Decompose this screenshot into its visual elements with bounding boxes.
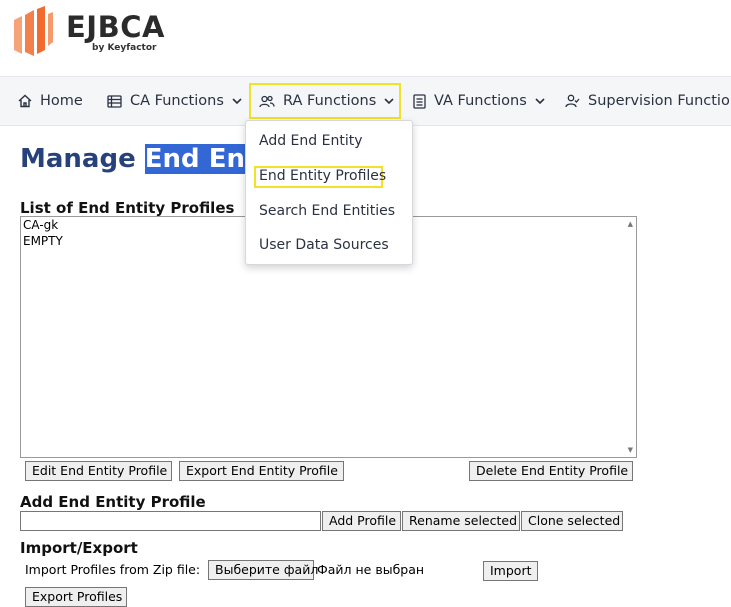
- menu-item-add-end-entity[interactable]: Add End Entity: [259, 133, 362, 149]
- menu-item-user-data-sources[interactable]: User Data Sources: [259, 237, 389, 253]
- user-check-icon: [565, 94, 580, 108]
- export-profile-button[interactable]: Export End Entity Profile: [179, 461, 344, 481]
- ejbca-logo-icon[interactable]: [12, 6, 54, 56]
- list-icon: [107, 94, 122, 108]
- file-status-text: Файл не выбран: [317, 562, 425, 577]
- import-zip-label: Import Profiles from Zip file:: [25, 562, 201, 577]
- edit-profile-button[interactable]: Edit End Entity Profile: [25, 461, 172, 481]
- nav-va-functions-label: VA Functions: [434, 93, 527, 109]
- home-icon: [18, 94, 32, 108]
- nav-ca-functions-label: CA Functions: [130, 93, 224, 109]
- page-title-prefix: Manage: [20, 144, 145, 174]
- rename-selected-button[interactable]: Rename selected: [402, 511, 520, 531]
- nav-ra-functions[interactable]: RA Functions: [259, 77, 394, 125]
- nav-home[interactable]: Home: [18, 77, 83, 125]
- logo-text: EJBCA: [66, 10, 165, 44]
- import-button[interactable]: Import: [483, 561, 538, 581]
- delete-profile-button[interactable]: Delete End Entity Profile: [469, 461, 633, 481]
- header: EJBCA by Keyfactor: [0, 0, 731, 76]
- nav-supervision-functions[interactable]: Supervision Functions: [565, 77, 731, 125]
- nav-supervision-functions-label: Supervision Functions: [588, 93, 731, 109]
- nav-home-label: Home: [40, 93, 83, 109]
- scroll-up-arrow-icon[interactable]: ▲: [628, 220, 633, 228]
- chevron-down-icon: [535, 97, 545, 104]
- logo-subtext: by Keyfactor: [92, 43, 157, 53]
- users-icon: [259, 95, 275, 107]
- chevron-down-icon: [232, 97, 242, 104]
- menu-item-end-entity-profiles[interactable]: End Entity Profiles: [259, 168, 386, 184]
- add-profile-heading: Add End Entity Profile: [20, 493, 206, 511]
- page-title: Manage End Enti: [20, 144, 269, 174]
- export-profiles-button[interactable]: Export Profiles: [25, 587, 127, 607]
- main-navbar: Home CA Functions RA Functions VA Functi…: [0, 76, 731, 126]
- list-profiles-heading: List of End Entity Profiles: [20, 199, 235, 217]
- clone-selected-button[interactable]: Clone selected: [521, 511, 623, 531]
- nav-ra-functions-label: RA Functions: [283, 93, 377, 109]
- nav-va-functions[interactable]: VA Functions: [413, 77, 545, 125]
- ra-functions-dropdown: Add End Entity End Entity Profiles Searc…: [245, 120, 413, 265]
- scroll-down-arrow-icon[interactable]: ▼: [628, 446, 633, 454]
- profile-name-input[interactable]: [20, 511, 321, 531]
- nav-ca-functions[interactable]: CA Functions: [107, 77, 242, 125]
- import-export-heading: Import/Export: [20, 539, 138, 557]
- choose-file-button[interactable]: Выберите файл: [208, 560, 318, 580]
- add-profile-button[interactable]: Add Profile: [322, 511, 401, 531]
- document-icon: [413, 93, 426, 109]
- chevron-down-icon: [384, 97, 394, 104]
- menu-item-search-end-entities[interactable]: Search End Entities: [259, 203, 395, 219]
